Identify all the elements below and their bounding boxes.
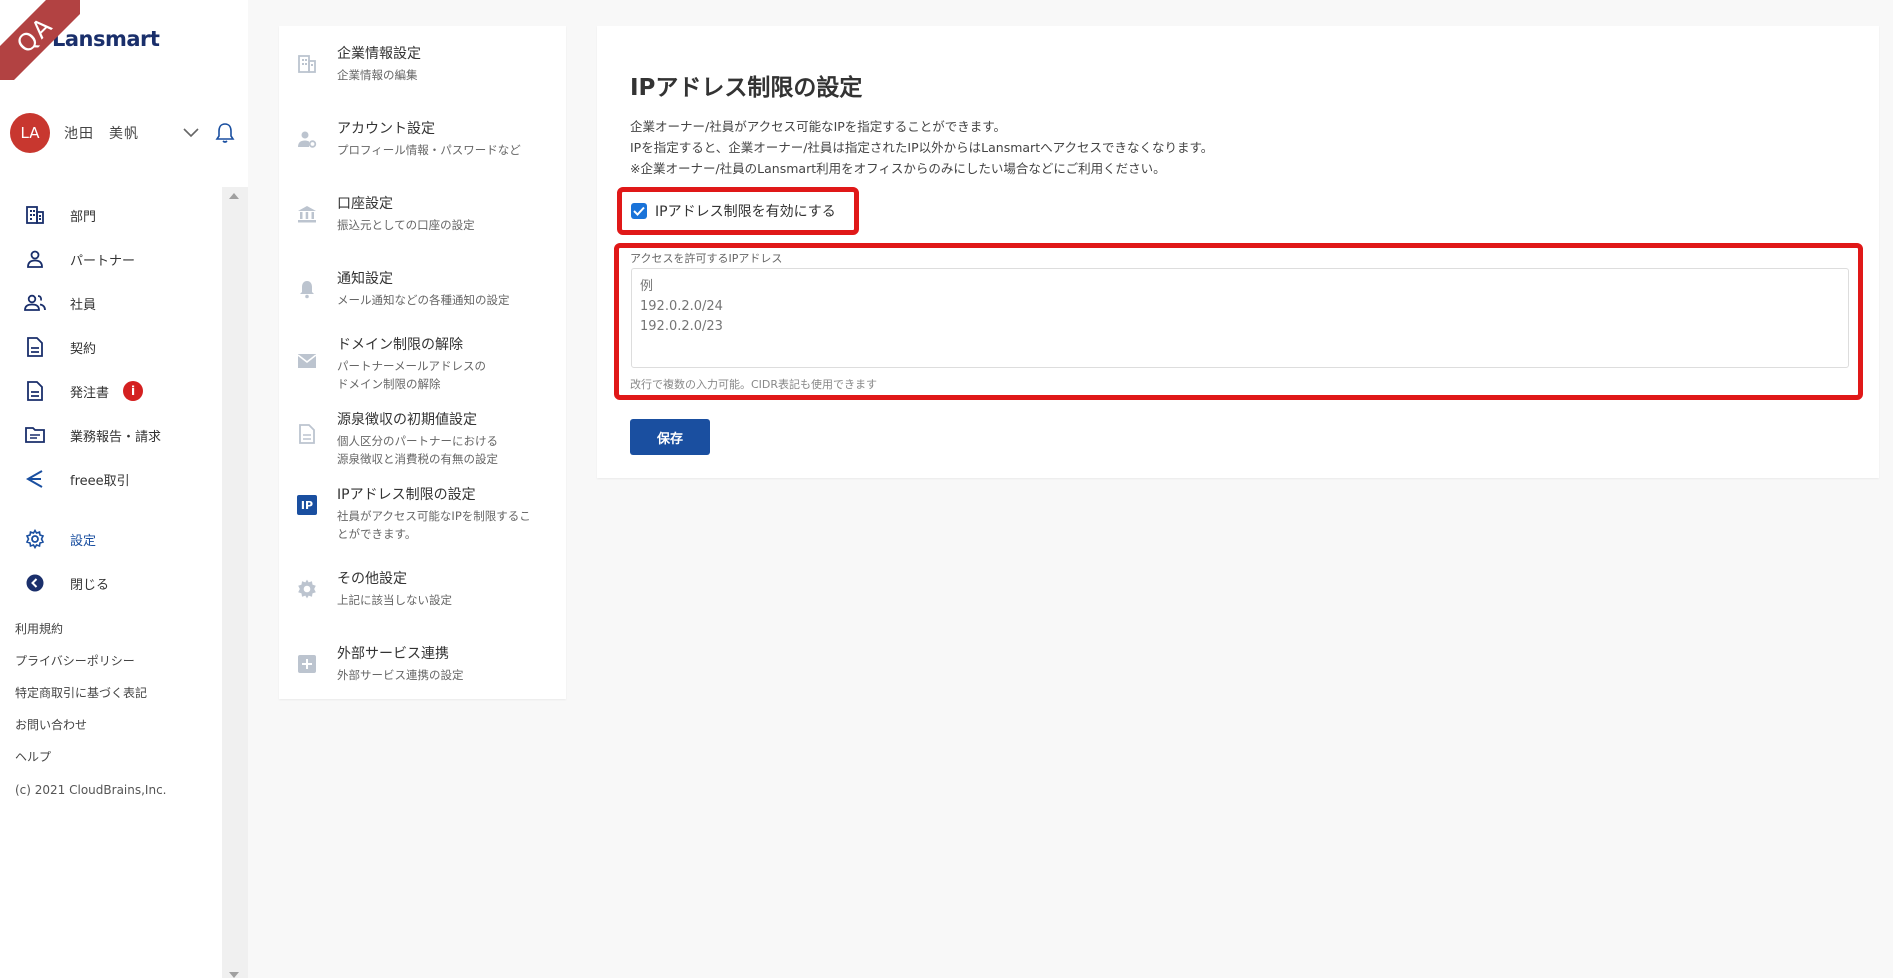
mail-icon [295,349,319,373]
menu-item-domain-restriction[interactable]: ドメイン制限の解除 パートナーメールアドレスの ドメイン制限の解除 [279,335,566,410]
enable-ip-restriction-checkbox[interactable]: IPアドレス制限を有効にする [631,201,836,221]
checkbox-label: IPアドレス制限を有効にする [655,204,836,220]
nav-label: 発注書 [70,385,110,401]
menu-subtitle: 上記に該当しない設定 [337,593,452,607]
menu-item-bank-account[interactable]: 口座設定 振込元としての口座の設定 [279,194,566,269]
description: 企業オーナー/社員がアクセス可能なIPを指定することができます。 IPを指定する… [630,116,1213,179]
menu-title: 源泉徴収の初期値設定 [337,412,477,428]
nav-label: 部門 [70,209,97,225]
menu-subtitle: プロフィール情報・パスワードなど [337,143,521,157]
user-gear-icon [295,127,319,151]
nav-item-partner[interactable]: パートナー [0,237,222,281]
save-button[interactable]: 保存 [630,419,710,455]
settings-menu: 企業情報設定 企業情報の編集 アカウント設定 プロフィール情報・パスワードなど … [279,26,566,699]
nav-item-report[interactable]: 業務報告・請求 [0,413,222,457]
menu-title: その他設定 [337,571,407,587]
qa-ribbon-text: QA [0,0,80,80]
commerce-law-link[interactable]: 特定商取引に基づく表記 [15,683,147,715]
ip-field-highlight: アクセスを許可するIPアドレス 改行で複数の入力可能。CIDR表記も使用できます [614,243,1863,400]
terms-link[interactable]: 利用規約 [15,619,147,651]
contact-link[interactable]: お問い合わせ [15,715,147,747]
nav-item-order[interactable]: 発注書 i [0,369,222,413]
bank-icon [295,202,319,226]
gear-icon [24,528,46,550]
menu-title: アカウント設定 [337,121,435,137]
sidebar-scrollbar[interactable] [222,187,248,978]
scroll-up-arrow-icon[interactable] [229,193,239,199]
menu-item-external-service[interactable]: 外部サービス連携 外部サービス連携の設定 [279,644,566,719]
freee-icon [24,468,46,490]
nav-item-department[interactable]: 部門 [0,193,222,237]
menu-title: 口座設定 [337,196,393,212]
menu-title: 外部サービス連携 [337,646,449,662]
nav-item-contract[interactable]: 契約 [0,325,222,369]
nav-label: 閉じる [70,577,110,593]
menu-subtitle: 外部サービス連携の設定 [337,668,464,682]
building-icon [24,204,46,226]
menu-item-withholding[interactable]: 源泉徴収の初期値設定 個人区分のパートナーにおける 源泉徴収と消費税の有無の設定 [279,410,566,485]
avatar[interactable]: LA [10,113,50,153]
nav-label: 契約 [70,341,97,357]
menu-item-notification[interactable]: 通知設定 メール通知などの各種通知の設定 [279,269,566,335]
menu-subtitle: 企業情報の編集 [337,68,418,82]
ip-icon: IP [295,493,319,517]
document-icon [24,380,46,402]
description-line: ※企業オーナー/社員のLansmart利用をオフィスからのみにしたい場合などにご… [630,161,1166,176]
checkbox-checked-icon[interactable] [631,203,647,219]
menu-title: 企業情報設定 [337,46,421,62]
sidebar: QA Lansmart LA 池田 美帆 部門 パートナー 社員 契約 発注書 … [0,0,248,978]
building-icon [295,52,319,76]
checkbox-highlight: IPアドレス制限を有効にする [617,187,859,235]
nav-label: 社員 [70,297,97,313]
menu-item-account[interactable]: アカウント設定 プロフィール情報・パスワードなど [279,119,566,194]
person-icon [24,248,46,270]
bell-icon [295,277,319,301]
allowed-ip-textarea[interactable] [631,268,1849,368]
qa-ribbon: QA [0,0,80,80]
description-line: IPを指定すると、企業オーナー/社員は指定されたIP以外からはLansmartへ… [630,140,1214,155]
menu-subtitle: 振込元としての口座の設定 [337,218,475,232]
menu-subtitle: 社員がアクセス可能なIPを制限するこ とができます。 [337,509,531,541]
user-name: 池田 美帆 [64,126,139,142]
menu-subtitle: メール通知などの各種通知の設定 [337,293,510,307]
footer-links: 利用規約 プライバシーポリシー 特定商取引に基づく表記 お問い合わせ ヘルプ [15,619,147,779]
gear-icon [295,577,319,601]
menu-item-company[interactable]: 企業情報設定 企業情報の編集 [279,44,566,119]
nav-label: 設定 [70,533,97,549]
menu-title: IPアドレス制限の設定 [337,487,476,503]
nav-label: パートナー [70,253,136,269]
page-title: IPアドレス制限の設定 [630,75,863,101]
scroll-down-arrow-icon[interactable] [229,972,239,978]
help-link[interactable]: ヘルプ [15,747,147,779]
menu-subtitle: パートナーメールアドレスの ドメイン制限の解除 [337,359,487,391]
alert-badge: i [123,381,144,401]
field-hint: 改行で複数の入力可能。CIDR表記も使用できます [630,378,878,391]
nav-label: freee取引 [70,473,130,489]
nav-item-close[interactable]: 閉じる [0,561,222,605]
main-nav: 部門 パートナー 社員 契約 発注書 i 業務報告・請求 freee取引 設定 … [0,193,222,605]
menu-title: ドメイン制限の解除 [337,337,463,353]
people-icon [24,292,46,314]
menu-subtitle: 個人区分のパートナーにおける 源泉徴収と消費税の有無の設定 [337,434,498,466]
nav-item-settings[interactable]: 設定 [0,517,222,561]
user-menu[interactable]: LA 池田 美帆 [10,113,236,153]
folder-icon [24,424,46,446]
plus-box-icon [295,652,319,676]
document-icon [24,336,46,358]
description-line: 企業オーナー/社員がアクセス可能なIPを指定することができます。 [630,119,1007,134]
notification-bell-icon[interactable] [214,122,236,144]
document-icon [295,422,319,446]
nav-item-employee[interactable]: 社員 [0,281,222,325]
nav-label: 業務報告・請求 [70,429,162,445]
copyright: (c) 2021 CloudBrains,Inc. [15,783,167,797]
chevron-down-icon[interactable] [180,122,202,144]
privacy-link[interactable]: プライバシーポリシー [15,651,147,683]
field-label: アクセスを許可するIPアドレス [630,252,783,265]
menu-item-ip-restriction[interactable]: IP IPアドレス制限の設定 社員がアクセス可能なIPを制限するこ とができます。 [279,485,566,569]
arrow-left-circle-icon [24,572,46,594]
ip-restriction-panel: IPアドレス制限の設定 企業オーナー/社員がアクセス可能なIPを指定することがで… [597,26,1879,478]
menu-item-other[interactable]: その他設定 上記に該当しない設定 [279,569,566,644]
menu-title: 通知設定 [337,271,393,287]
nav-item-freee[interactable]: freee取引 [0,457,222,501]
